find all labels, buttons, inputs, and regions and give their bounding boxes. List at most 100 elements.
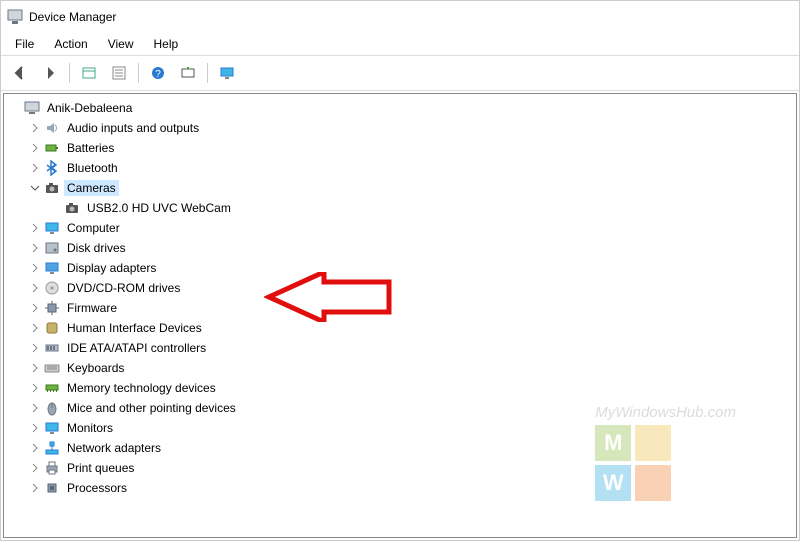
tree-label[interactable]: Display adapters (64, 260, 159, 276)
expand-icon[interactable] (28, 441, 42, 455)
tree-row[interactable]: Processors (24, 478, 796, 498)
tree-row[interactable]: Cameras (24, 178, 796, 198)
tree-node: Firmware (24, 298, 796, 318)
tree-row[interactable]: Monitors (24, 418, 796, 438)
tree-row[interactable]: Anik-Debaleena (4, 98, 796, 118)
properties-button[interactable] (105, 60, 133, 86)
mouse-icon (44, 400, 60, 416)
tree-node: USB2.0 HD UVC WebCam (44, 198, 796, 218)
tree-node: Mice and other pointing devices (24, 398, 796, 418)
tree-label[interactable]: USB2.0 HD UVC WebCam (84, 200, 234, 216)
tree-label[interactable]: Network adapters (64, 440, 164, 456)
keyboard-icon (44, 360, 60, 376)
tree-node: IDE ATA/ATAPI controllers (24, 338, 796, 358)
tree-node: Batteries (24, 138, 796, 158)
tree-node: DVD/CD-ROM drives (24, 278, 796, 298)
expand-icon[interactable] (28, 381, 42, 395)
tree-label[interactable]: Keyboards (64, 360, 127, 376)
tree-label[interactable]: Monitors (64, 420, 116, 436)
tree-row[interactable]: USB2.0 HD UVC WebCam (44, 198, 796, 218)
show-hidden-button[interactable] (75, 60, 103, 86)
tree-row[interactable]: Display adapters (24, 258, 796, 278)
expand-icon[interactable] (28, 221, 42, 235)
expand-icon[interactable] (28, 121, 42, 135)
expand-icon[interactable] (28, 281, 42, 295)
expand-icon[interactable] (28, 261, 42, 275)
cd-icon (44, 280, 60, 296)
tree-label[interactable]: Batteries (64, 140, 117, 156)
tree-row[interactable]: Batteries (24, 138, 796, 158)
hid-icon (44, 320, 60, 336)
tree-row[interactable]: Memory technology devices (24, 378, 796, 398)
tree-node: Processors (24, 478, 796, 498)
tree-node: Audio inputs and outputs (24, 118, 796, 138)
scan-button[interactable] (174, 60, 202, 86)
tree-node: Network adapters (24, 438, 796, 458)
printer-icon (44, 460, 60, 476)
tree-row[interactable]: DVD/CD-ROM drives (24, 278, 796, 298)
tree-node: Print queues (24, 458, 796, 478)
collapse-icon[interactable] (28, 181, 42, 195)
tree-label[interactable]: DVD/CD-ROM drives (64, 280, 183, 296)
tree-label[interactable]: Firmware (64, 300, 120, 316)
camera-icon (64, 200, 80, 216)
tree-label[interactable]: Cameras (64, 180, 119, 196)
expand-icon[interactable] (28, 301, 42, 315)
tree-label[interactable]: Anik-Debaleena (44, 100, 135, 116)
expand-icon[interactable] (28, 361, 42, 375)
ide-icon (44, 340, 60, 356)
menu-view[interactable]: View (98, 35, 144, 53)
tree-label[interactable]: Disk drives (64, 240, 129, 256)
bluetooth-icon (44, 160, 60, 176)
tree-row[interactable]: Disk drives (24, 238, 796, 258)
monitor-icon (44, 220, 60, 236)
tree-row[interactable]: Bluetooth (24, 158, 796, 178)
tree-label[interactable]: Processors (64, 480, 130, 496)
device-manager-window: Device Manager File Action View Help ? (0, 0, 800, 541)
tree-label[interactable]: Human Interface Devices (64, 320, 205, 336)
device-tree[interactable]: Anik-Debaleena Audio inputs and outputs Ba… (4, 98, 796, 498)
display-icon (44, 260, 60, 276)
tree-label[interactable]: Audio inputs and outputs (64, 120, 202, 136)
expand-icon[interactable] (28, 161, 42, 175)
tree-row[interactable]: Network adapters (24, 438, 796, 458)
tree-row[interactable]: Print queues (24, 458, 796, 478)
expand-icon[interactable] (28, 481, 42, 495)
tree-label[interactable]: IDE ATA/ATAPI controllers (64, 340, 209, 356)
tree-label[interactable]: Memory technology devices (64, 380, 219, 396)
menu-action[interactable]: Action (44, 35, 97, 53)
expand-icon[interactable] (28, 341, 42, 355)
forward-button[interactable] (36, 60, 64, 86)
expand-icon[interactable] (28, 401, 42, 415)
svg-text:?: ? (155, 69, 161, 80)
expand-icon[interactable] (28, 141, 42, 155)
memory-icon (44, 380, 60, 396)
tree-node: Computer (24, 218, 796, 238)
expand-icon[interactable] (28, 421, 42, 435)
back-button[interactable] (6, 60, 34, 86)
tree-row[interactable]: Human Interface Devices (24, 318, 796, 338)
expand-icon[interactable] (28, 321, 42, 335)
tree-label[interactable]: Print queues (64, 460, 137, 476)
tree-row[interactable]: Mice and other pointing devices (24, 398, 796, 418)
tree-node: Cameras USB2.0 HD UVC WebCam (24, 178, 796, 218)
toolbar-separator (69, 63, 70, 83)
tree-label[interactable]: Computer (64, 220, 123, 236)
help-button[interactable]: ? (144, 60, 172, 86)
tree-label[interactable]: Bluetooth (64, 160, 121, 176)
expand-icon[interactable] (28, 461, 42, 475)
tree-label[interactable]: Mice and other pointing devices (64, 400, 239, 416)
tree-row[interactable]: Keyboards (24, 358, 796, 378)
tree-row[interactable]: Audio inputs and outputs (24, 118, 796, 138)
tree-node: Keyboards (24, 358, 796, 378)
expand-icon[interactable] (28, 241, 42, 255)
toolbar-separator (138, 63, 139, 83)
monitor-button[interactable] (213, 60, 241, 86)
tree-row[interactable]: IDE ATA/ATAPI controllers (24, 338, 796, 358)
menu-file[interactable]: File (5, 35, 44, 53)
tree-row[interactable]: Firmware (24, 298, 796, 318)
tree-node: Display adapters (24, 258, 796, 278)
menu-help[interactable]: Help (144, 35, 189, 53)
tree-row[interactable]: Computer (24, 218, 796, 238)
device-tree-pane[interactable]: Anik-Debaleena Audio inputs and outputs Ba… (3, 93, 797, 538)
